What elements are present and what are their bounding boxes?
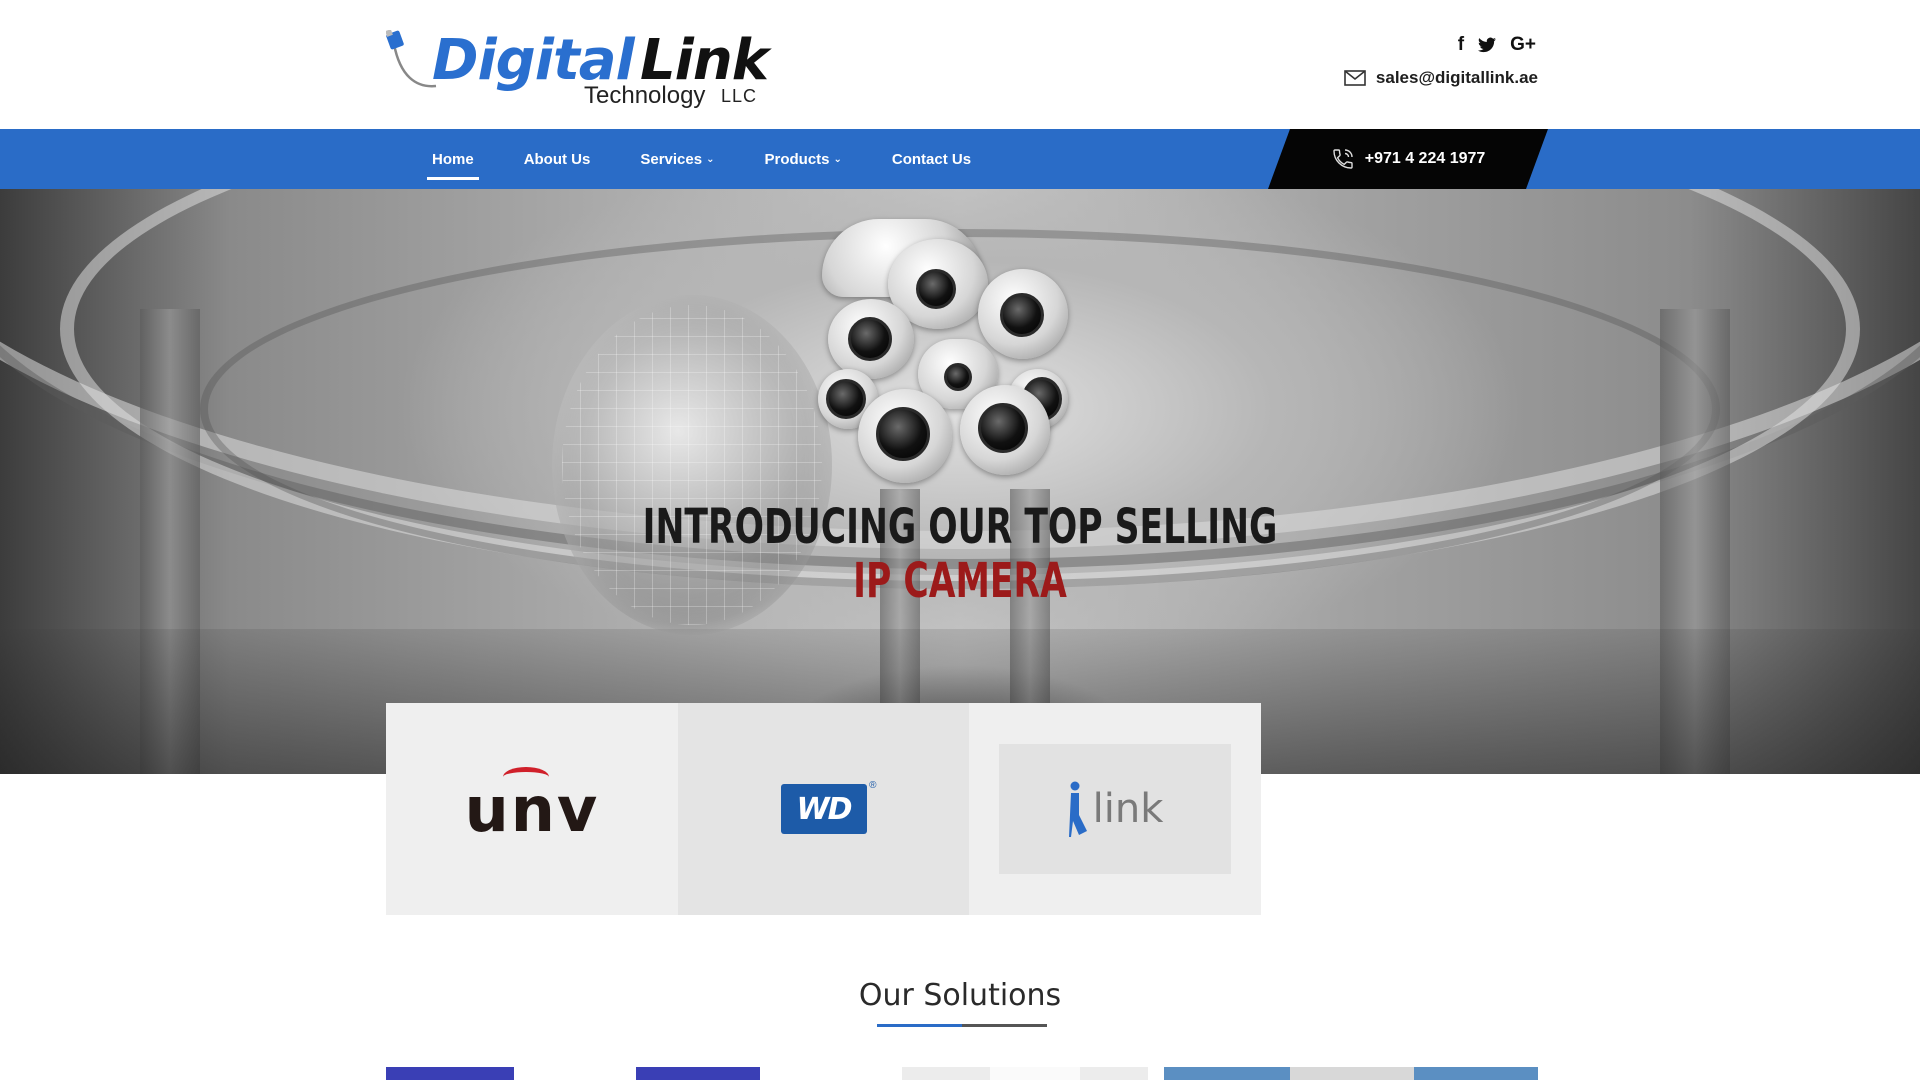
ilink-logo: link xyxy=(999,744,1231,874)
unv-logo: unv xyxy=(465,766,600,846)
phone-number[interactable]: +971 4 224 1977 xyxy=(1365,150,1486,168)
solution-card-thumbnail-detail xyxy=(1290,1067,1414,1080)
google-plus-icon[interactable]: G+ xyxy=(1510,34,1536,56)
phone-callout[interactable]: +971 4 224 1977 xyxy=(1268,129,1548,189)
email-address[interactable]: sales@digitallink.ae xyxy=(1376,68,1538,88)
nav-item-label: Products xyxy=(764,150,830,168)
cable-plug-icon xyxy=(386,30,437,88)
hero-subheadline: IP CAMERA xyxy=(853,553,1067,609)
logo-suffix: LLC xyxy=(721,86,758,106)
twitter-icon[interactable] xyxy=(1478,37,1497,53)
ip-camera-cluster-image xyxy=(808,219,1078,483)
header-email[interactable]: sales@digitallink.ae xyxy=(1344,68,1538,88)
nav-item-about[interactable]: About Us xyxy=(519,129,596,189)
wd-logo-text: WD xyxy=(796,791,853,827)
phone-icon xyxy=(1333,149,1353,169)
brand-tiles: unv WD ® link xyxy=(386,703,1261,915)
site-logo[interactable]: Digital Link Technology LLC xyxy=(386,26,769,116)
nav-item-label: Home xyxy=(432,150,474,168)
nav-item-label: About Us xyxy=(523,150,591,168)
ilink-logo-text: link xyxy=(1092,786,1164,832)
chevron-down-icon: ⌄ xyxy=(833,153,842,165)
solution-card-thumbnail-detail xyxy=(990,1067,1080,1080)
mail-icon xyxy=(1344,70,1366,86)
hero-headline: INTRODUCING OUR TOP SELLING xyxy=(642,499,1278,555)
nav-item-services[interactable]: Services ⌄ xyxy=(635,129,719,189)
brand-tile-unv[interactable]: unv xyxy=(386,703,678,915)
wd-logo: WD ® xyxy=(780,780,877,834)
solution-card-thumbnail[interactable] xyxy=(636,1067,760,1080)
ilink-figure-icon xyxy=(1068,781,1087,837)
main-nav: Home About Us Services ⌄ Products ⌄ Contac… xyxy=(0,129,1920,189)
chevron-down-icon: ⌄ xyxy=(706,153,715,165)
section-title-underline xyxy=(877,1024,1047,1027)
site-header: Digital Link Technology LLC f G+ sales@d… xyxy=(0,0,1920,129)
section-title-solutions: Our Solutions xyxy=(858,978,1062,1013)
logo-subtitle: Technology xyxy=(584,82,706,109)
nav-item-label: Contact Us xyxy=(891,150,972,168)
nav-item-home[interactable]: Home xyxy=(427,129,479,189)
solution-card-thumbnail[interactable] xyxy=(386,1067,514,1080)
social-links: f G+ xyxy=(1458,34,1536,56)
nav-item-label: Services xyxy=(640,150,703,168)
facebook-icon[interactable]: f xyxy=(1458,34,1464,56)
brand-tile-ilink[interactable]: link xyxy=(969,703,1261,915)
hero-banner: INTRODUCING OUR TOP SELLING IP CAMERA xyxy=(0,189,1920,774)
nav-item-products[interactable]: Products ⌄ xyxy=(759,129,846,189)
nav-item-contact[interactable]: Contact Us xyxy=(887,129,976,189)
brand-tile-wd[interactable]: WD ® xyxy=(678,703,969,915)
